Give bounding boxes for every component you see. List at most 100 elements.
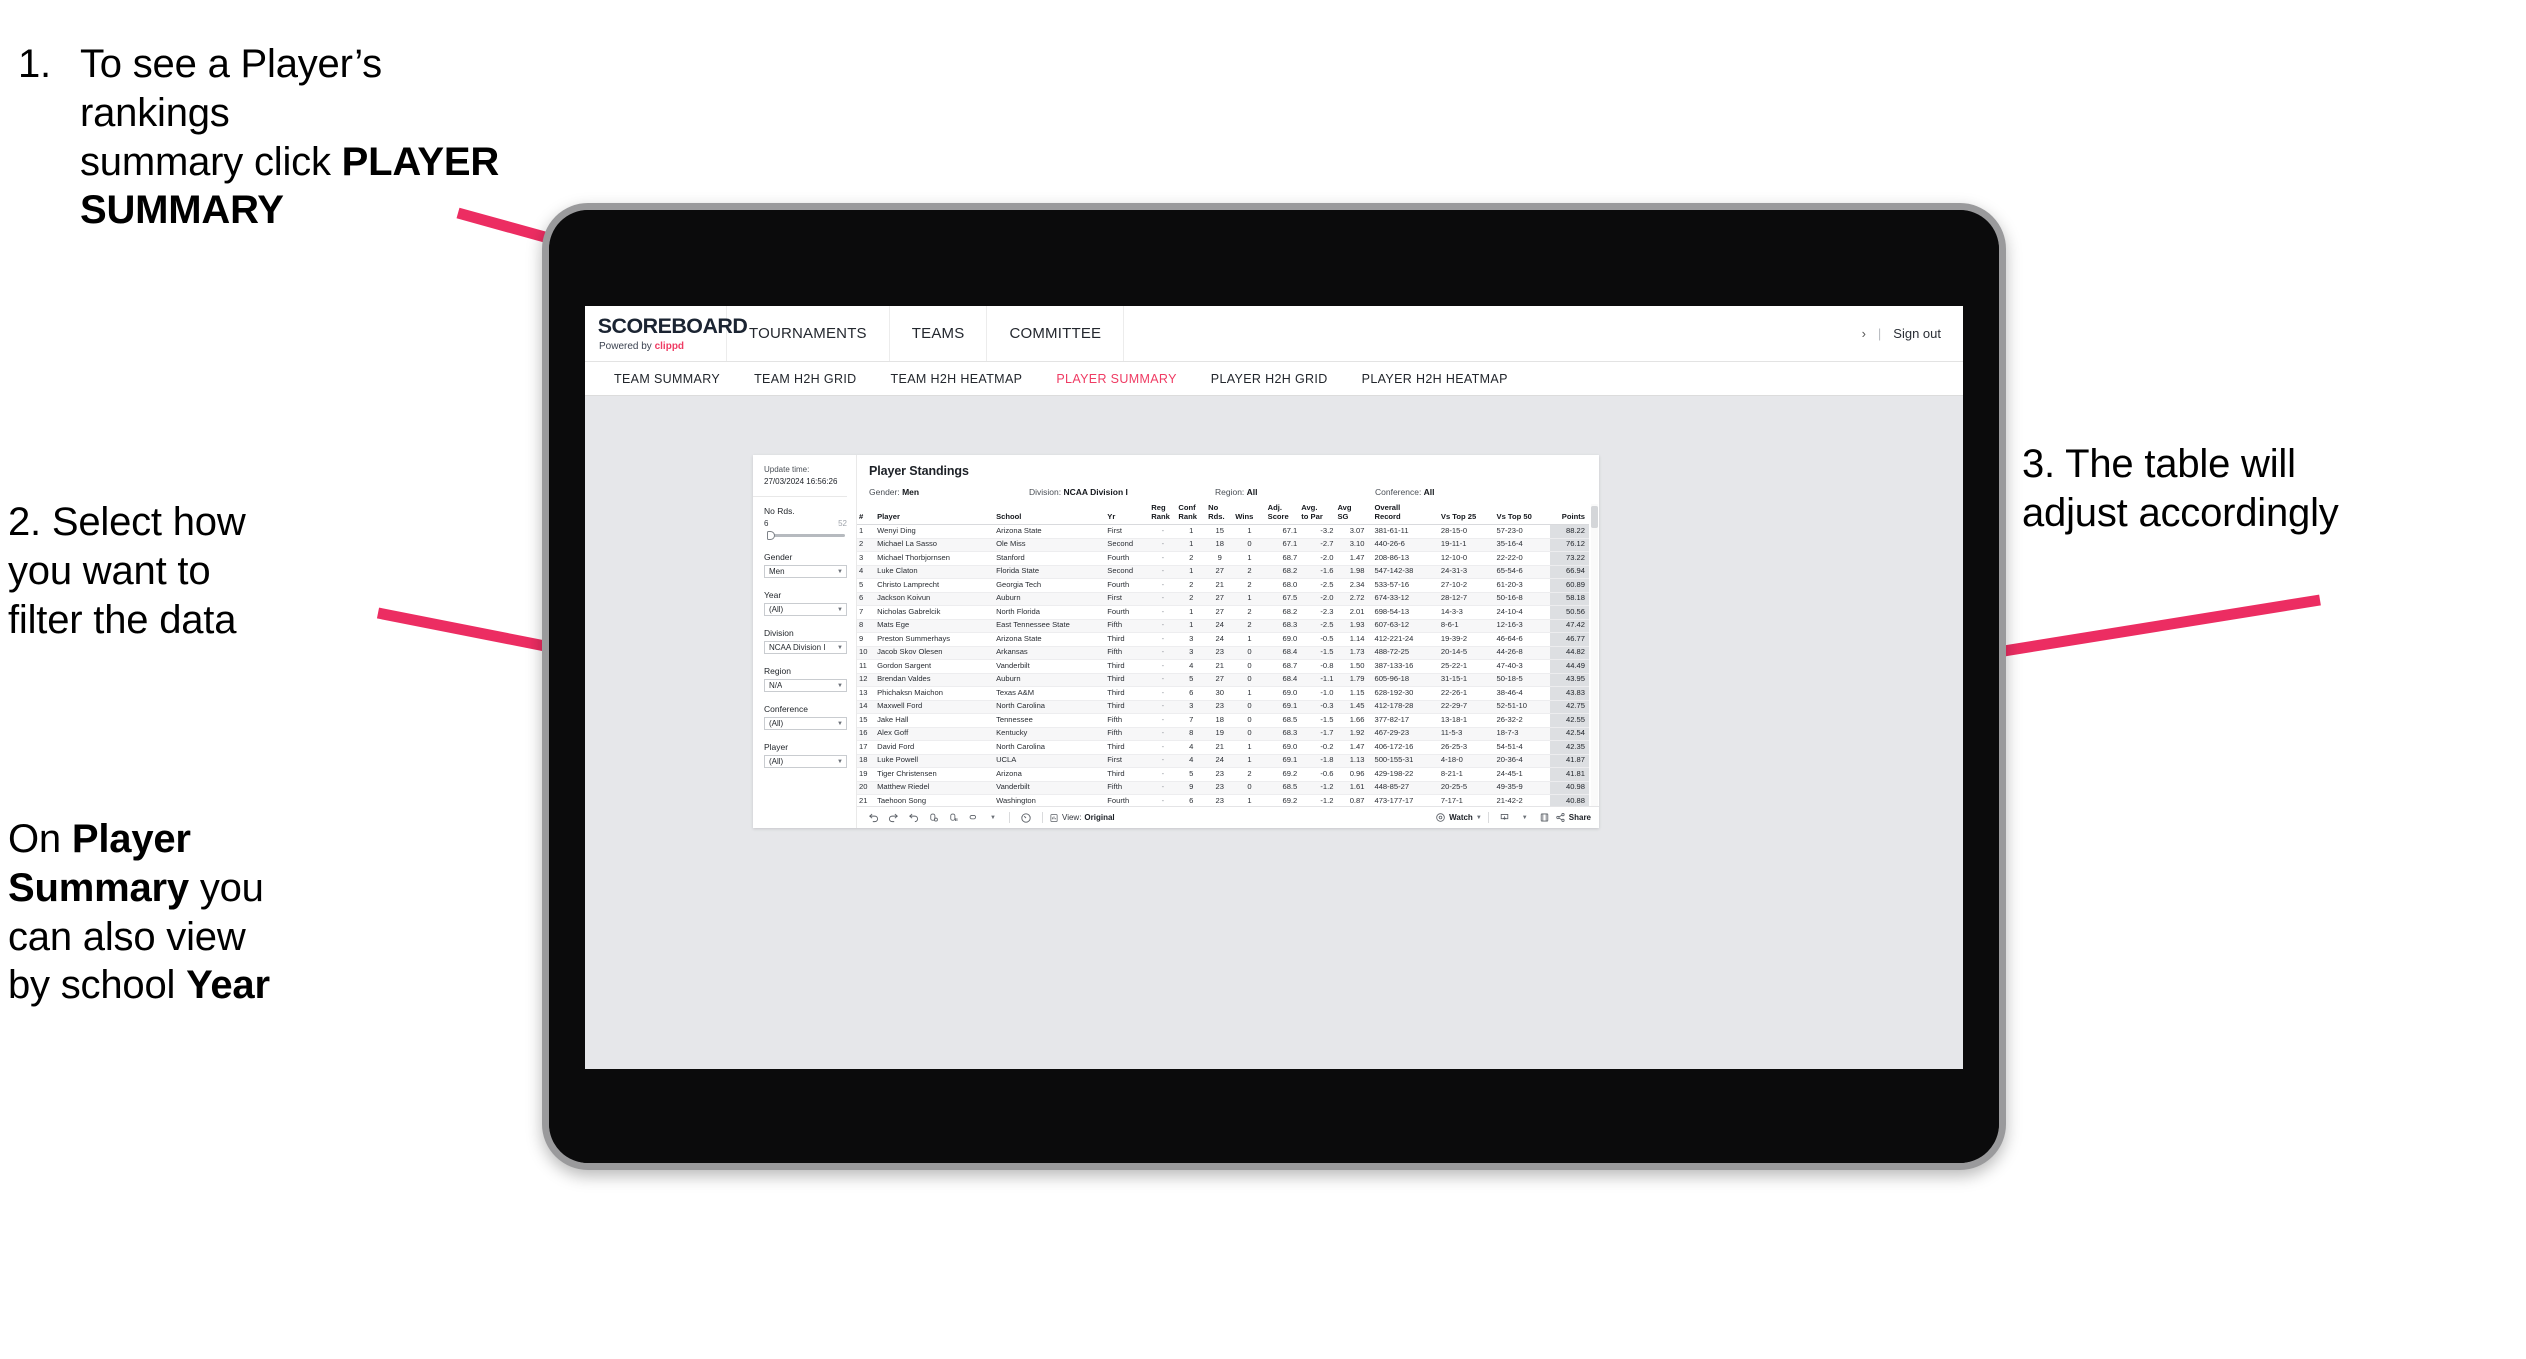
cell-points: 66.94 xyxy=(1550,565,1589,579)
filter-player-value: (All) xyxy=(769,757,784,767)
table-row[interactable]: 5 Christo Lamprecht Georgia Tech Fourth -2 21… xyxy=(857,578,1589,593)
meta-conference-label: Conference: xyxy=(1375,487,1424,497)
tab-player-h2h-grid[interactable]: PLAYER H2H GRID xyxy=(1194,372,1345,386)
tab-player-h2h-heatmap[interactable]: PLAYER H2H HEATMAP xyxy=(1345,372,1525,386)
cell-overall-record: 429-198-22 xyxy=(1366,767,1439,782)
annotation-step-3: 3. The table will adjust accordingly xyxy=(2022,440,2522,538)
table-row[interactable]: 7 Nicholas Gabrelcik North Florida Fourth -1… xyxy=(857,605,1589,620)
revert-icon[interactable] xyxy=(903,807,923,828)
pause-icon[interactable] xyxy=(1016,807,1036,828)
cell-conf-rank: 3 xyxy=(1176,700,1207,714)
account-area: › | Sign out xyxy=(1862,306,1963,361)
tab-team-h2h-heatmap[interactable]: TEAM H2H HEATMAP xyxy=(874,372,1040,386)
table-row[interactable]: 17 David Ford North Carolina Third -4 21 1 69.0… xyxy=(857,740,1589,755)
cell-vs-top-50: 47-40-3 xyxy=(1494,659,1551,674)
col-header-adj-score[interactable]: Adj. Score xyxy=(1265,504,1300,525)
annotation-2b-line3: can also view xyxy=(8,914,246,959)
filter-player-select[interactable]: (All) ▼ xyxy=(764,755,847,769)
scrollbar-thumb[interactable] xyxy=(1591,506,1598,528)
col-header-wins[interactable]: Wins xyxy=(1233,504,1266,525)
watch-button[interactable]: Watch ▼ xyxy=(1435,812,1482,823)
filter-region-select[interactable]: N/A ▼ xyxy=(764,679,847,693)
filter-no-rounds-slider[interactable] xyxy=(764,530,847,541)
view-original-button[interactable]: View: Original xyxy=(1049,813,1115,823)
col-header-rank[interactable]: # xyxy=(857,504,876,525)
redo-icon[interactable] xyxy=(883,807,903,828)
cell-overall-record: 605-96-18 xyxy=(1366,673,1439,687)
cell-vs-top-25: 14-3-3 xyxy=(1438,605,1495,620)
watch-label: Watch xyxy=(1449,813,1473,822)
cell-vs-top-25: 19-11-1 xyxy=(1438,538,1495,552)
table-row[interactable]: 16 Alex Goff Kentucky Fifth -8 19 0 68.3 -1.7 1.9… xyxy=(857,727,1589,741)
filter-year-select[interactable]: (All) ▼ xyxy=(764,603,847,617)
fullscreen-icon[interactable] xyxy=(1535,807,1555,828)
col-header-vs-top-25[interactable]: Vs Top 25 xyxy=(1438,504,1495,525)
cell-overall-record: 381-61-11 xyxy=(1366,524,1439,539)
table-row[interactable]: 18 Luke Powell UCLA First -4 24 1 69.1 -1.8 1.13 5… xyxy=(857,754,1589,768)
standings-table-wrapper[interactable]: # Player School Yr Reg Rank Conf Rank No Rds. Wins… xyxy=(857,504,1599,806)
nav-item-tournaments[interactable]: TOURNAMENTS xyxy=(727,306,890,361)
filter-conference-select[interactable]: (All) ▼ xyxy=(764,717,847,731)
share-button[interactable]: Share xyxy=(1555,812,1591,823)
scrollbar-track[interactable] xyxy=(1591,504,1598,806)
pause-auto-update-icon[interactable] xyxy=(923,807,943,828)
tab-team-h2h-grid[interactable]: TEAM H2H GRID xyxy=(737,372,873,386)
table-row[interactable]: 15 Jake Hall Tennessee Fifth -7 18 0 68.5 -1.5 1.… xyxy=(857,713,1589,728)
table-row[interactable]: 11 Gordon Sargent Vanderbilt Third -4 21 0 68.7… xyxy=(857,659,1589,674)
divider xyxy=(1487,812,1489,823)
table-row[interactable]: 6 Jackson Koivun Auburn First -2 27 1 67.5 -2.0 2… xyxy=(857,592,1589,606)
table-row[interactable]: 20 Matthew Riedel Vanderbilt Fifth -9 23 0 68.5… xyxy=(857,781,1589,795)
resume-auto-update-icon[interactable] xyxy=(943,807,963,828)
undo-icon[interactable] xyxy=(863,807,883,828)
filter-division-select[interactable]: NCAA Division I ▼ xyxy=(764,641,847,655)
table-row[interactable]: 1 Wenyi Ding Arizona State First -1 15 1 67.1 -3… xyxy=(857,524,1589,539)
col-header-school[interactable]: School xyxy=(994,504,1106,525)
tab-player-summary[interactable]: PLAYER SUMMARY xyxy=(1039,372,1193,386)
col-header-avg-sg[interactable]: Avg SG xyxy=(1335,504,1367,525)
slider-handle[interactable] xyxy=(767,531,775,541)
table-row[interactable]: 10 Jacob Skov Olesen Arkansas Fifth -3 23 0 68.… xyxy=(857,646,1589,660)
nav-item-committee[interactable]: COMMITTEE xyxy=(987,306,1125,361)
sign-out-link[interactable]: Sign out xyxy=(1893,326,1941,341)
filter-sidebar: Update time: 27/03/2024 16:56:26 No Rds.… xyxy=(753,455,857,828)
table-row[interactable]: 8 Mats Ege East Tennessee State Fifth -1 24 2 6… xyxy=(857,619,1589,633)
cell-adj-score: 68.7 xyxy=(1265,551,1300,566)
cell-rank: 20 xyxy=(857,781,876,795)
col-header-year[interactable]: Yr xyxy=(1105,504,1150,525)
cell-avg-to-par: -1.2 xyxy=(1299,781,1336,795)
col-header-conf-rank[interactable]: Conf Rank xyxy=(1176,504,1207,525)
table-row[interactable]: 3 Michael Thorbjornsen Stanford Fourth -2 9 1 6… xyxy=(857,551,1589,566)
tab-team-summary[interactable]: TEAM SUMMARY xyxy=(597,372,737,386)
cell-avg-to-par: -2.3 xyxy=(1299,605,1336,620)
chevron-right-icon[interactable]: › xyxy=(1862,326,1866,341)
cell-points: 46.77 xyxy=(1550,632,1589,647)
col-header-no-rounds[interactable]: No Rds. xyxy=(1206,504,1234,525)
chevron-down-icon[interactable]: ▼ xyxy=(1515,807,1535,828)
table-row[interactable]: 9 Preston Summerhays Arizona State Third -3 2… xyxy=(857,632,1589,647)
cell-adj-score: 68.3 xyxy=(1265,727,1300,741)
table-row[interactable]: 2 Michael La Sasso Ole Miss Second -1 18 0 67.1… xyxy=(857,538,1589,552)
table-row[interactable]: 21 Taehoon Song Washington Fourth -6 23 1 69.2-… xyxy=(857,794,1589,806)
table-row[interactable]: 12 Brendan Valdes Auburn Third -5 27 0 68.4 -1.1… xyxy=(857,673,1589,687)
col-header-avg-to-par[interactable]: Avg. to Par xyxy=(1299,504,1336,525)
table-row[interactable]: 13 Phichaksn Maichon Texas A&M Third -6 30 1 69… xyxy=(857,686,1589,701)
table-row[interactable]: 14 Maxwell Ford North Carolina Third -3 23 0 69… xyxy=(857,700,1589,714)
filter-gender-select[interactable]: Men ▼ xyxy=(764,565,847,579)
nav-item-teams[interactable]: TEAMS xyxy=(890,306,988,361)
cell-year: Second xyxy=(1105,565,1150,579)
col-header-points[interactable]: Points xyxy=(1550,504,1589,525)
table-row[interactable]: 19 Tiger Christensen Arizona Third -5 23 2 69.2… xyxy=(857,767,1589,782)
col-header-player[interactable]: Player xyxy=(875,504,995,525)
refresh-icon[interactable] xyxy=(963,807,983,828)
app-logo[interactable]: SCOREBOARD Powered by clippd xyxy=(585,306,748,361)
cell-year: First xyxy=(1105,754,1150,768)
table-row[interactable]: 4 Luke Claton Florida State Second -1 27 2 68.2… xyxy=(857,565,1589,579)
col-header-vs-top-50[interactable]: Vs Top 50 xyxy=(1494,504,1551,525)
download-icon[interactable] xyxy=(1495,807,1515,828)
cell-avg-sg: 1.45 xyxy=(1335,700,1367,714)
col-header-overall-record[interactable]: Overall Record xyxy=(1366,504,1439,525)
viz-toolbar: ▼ View: Original Watch ▼ ▼ Share xyxy=(857,806,1599,828)
col-header-reg-rank[interactable]: Reg Rank xyxy=(1149,504,1177,525)
chevron-down-icon[interactable]: ▼ xyxy=(983,807,1003,828)
annotation-1-line2-pre: summary click xyxy=(80,139,342,184)
